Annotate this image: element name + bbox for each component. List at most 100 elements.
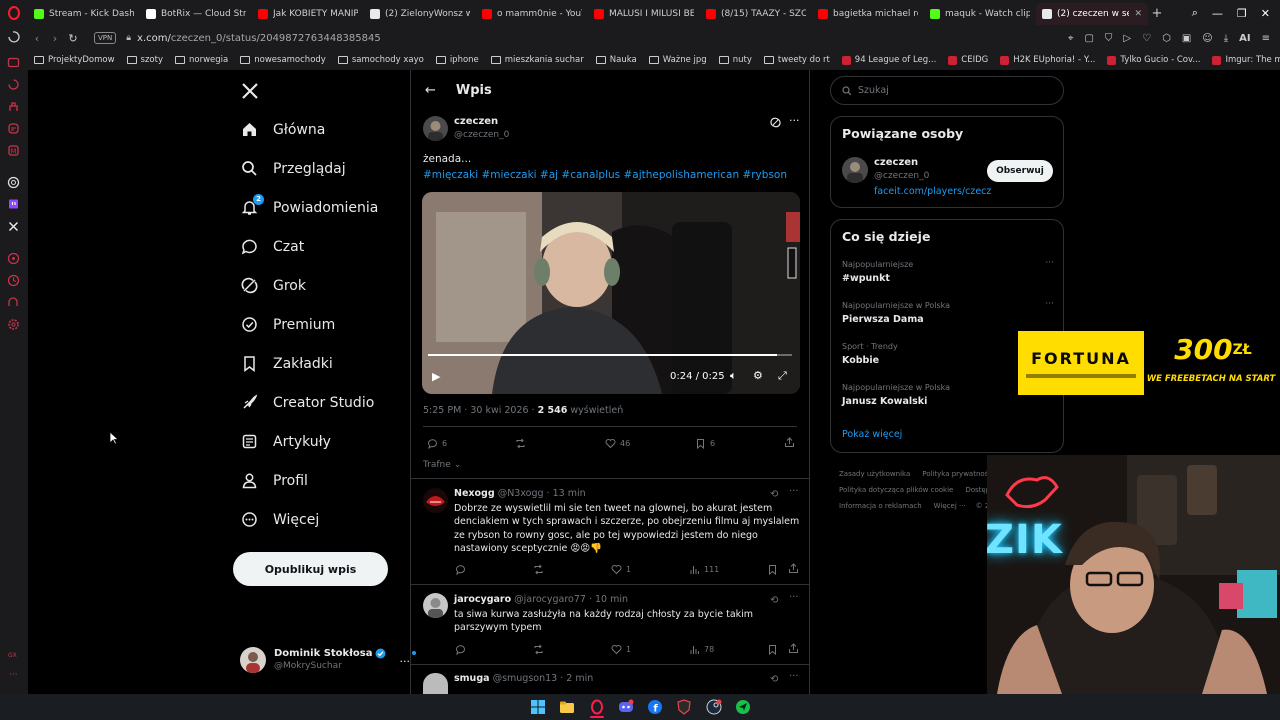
reply-grok-icon[interactable]: ⟲ [770,595,778,606]
reply-more-icon[interactable]: ··· [789,671,799,682]
reply-views-button[interactable]: 111 [689,564,719,575]
browser-tab[interactable]: o mamm0nie - YouTu [476,3,588,25]
browser-tab[interactable]: Jak KOBIETY MANIPU [252,3,364,25]
browser-tab[interactable]: (8/15) TAAZY - SZCZ [700,3,812,25]
extensions-icon[interactable]: ⬡ [1162,33,1171,44]
personal-news-icon[interactable] [7,100,20,113]
reply-like-button[interactable]: 1 [611,644,631,655]
nav-item-bell[interactable]: 2 Powiadomienia [241,194,378,216]
reply-more-icon[interactable]: ··· [789,486,799,497]
video-play-icon[interactable]: ▶ [432,370,440,383]
like-button[interactable]: 46 [605,438,630,449]
facebook-icon[interactable]: f [647,699,663,715]
video-progress-track[interactable] [428,354,792,356]
steam-icon[interactable] [706,699,722,715]
reply-handle[interactable]: @jarocygaro77 [514,594,586,605]
related-link[interactable]: faceit.com/players/czecz [874,186,991,197]
post-handle[interactable]: @czeczen_0 [454,130,509,140]
video-settings-icon[interactable]: ⚙ [753,369,763,382]
nav-item-premium[interactable]: Premium [241,316,335,333]
bookmark-link[interactable]: H2K EUphoria! - Y... [994,55,1101,65]
reply-views-button[interactable]: 78 [689,644,714,655]
nav-item-chat[interactable]: Czat [241,238,304,255]
reply-time[interactable]: · 2 min [560,673,593,684]
reply-grok-icon[interactable]: ⟲ [770,489,778,500]
show-more-link[interactable]: Pokaż więcej [842,429,902,440]
back-arrow-icon[interactable]: ← [425,83,436,98]
browser-tab[interactable]: maquk - Watch clips [924,3,1036,25]
reply-avatar[interactable] [423,673,448,694]
reply-handle[interactable]: @N3xogg [498,488,544,499]
tab-island-icon[interactable] [7,56,20,69]
bookmark-folder[interactable]: norwegia [169,55,234,65]
bookmark-link[interactable]: 94 League of Leg... [836,55,942,65]
reply-author[interactable]: smuga [454,673,490,684]
nav-item-home[interactable]: Główna [241,121,325,138]
reply-share-button[interactable] [788,643,799,654]
launcher-icon[interactable] [735,699,751,715]
reply-time[interactable]: · 13 min [547,488,586,499]
footer-link[interactable]: Polityka prywatności [922,470,994,478]
history-icon[interactable] [7,78,20,91]
vpn-badge[interactable]: VPN [94,32,117,44]
wallet-icon[interactable]: ▣ [1182,33,1191,44]
footer-link[interactable]: Zasady użytkownika [839,470,910,478]
windows-start-icon[interactable] [530,699,546,715]
search-box[interactable]: Szukaj [830,76,1064,105]
sort-dropdown[interactable]: Trafne ⌄ [423,460,461,470]
bookmark-folder[interactable]: Nauka [590,55,643,65]
bookmark-folder[interactable]: tweety do rt [758,55,836,65]
nav-item-rocket[interactable]: Creator Studio [241,394,374,411]
reply-button[interactable]: 6 [427,438,447,449]
post-timestamp[interactable]: 5:25 PM · 30 kwi 2026 · [423,405,538,416]
browser-tab[interactable]: (2) ZielonyWonsz w s [364,3,476,25]
music-player-icon[interactable] [7,252,20,265]
reply-share-button[interactable] [788,563,799,574]
speed-dial-icon[interactable] [7,30,20,43]
nav-item-article[interactable]: Artykuły [241,433,331,450]
reply-handle[interactable]: @smugson13 [493,673,558,684]
post-avatar[interactable] [423,116,448,141]
tab-close-icon[interactable]: ✕ [1134,9,1142,19]
bookmark-folder[interactable]: mieszkania suchar [485,55,590,65]
restore-icon[interactable]: ❐ [1237,7,1247,20]
bookmark-folder[interactable]: Ważne jpg [643,55,713,65]
nav-item-grok[interactable]: Grok [241,277,306,294]
follow-button[interactable]: Obserwuj [987,160,1053,182]
reply-bookmark-button[interactable] [767,644,778,655]
share-button[interactable] [784,437,795,448]
chatgpt-icon[interactable] [7,176,20,189]
forward-icon[interactable]: › [46,32,64,45]
messenger-icon[interactable] [7,122,20,135]
account-switcher[interactable]: Dominik Stokłosa @MokrySuchar ··· [240,645,416,675]
flow-icon[interactable] [7,296,20,309]
video-fullscreen-icon[interactable]: ⤢ [778,369,787,383]
lock-icon[interactable]: 🔒︎ [126,33,131,43]
footer-link[interactable]: Więcej ··· [934,502,966,510]
search-tabs-icon[interactable]: ⌕ [1192,6,1198,20]
aria-icon[interactable]: AI [1239,33,1250,44]
browser-tab[interactable]: MALUSI I MILUSI BEZ [588,3,700,25]
browser-tab[interactable]: BotRix — Cloud Strea [140,3,252,25]
opera-gx-taskbar-icon[interactable] [589,699,605,715]
download-icon[interactable]: ⤓ [1224,33,1228,44]
reply-bookmark-button[interactable] [767,564,778,575]
trend-item[interactable]: Najpopularniejsze w Polska Pierwsza Dama… [842,299,1054,325]
related-name[interactable]: czeczen [874,157,918,168]
bookmark-button[interactable]: 6 [695,438,715,449]
browser-tab[interactable]: bagietka michael robi [812,3,924,25]
pin-icon[interactable]: ⌖ [1068,33,1074,44]
trend-item[interactable]: Najpopularniejsze #wpunkt ··· [842,258,1054,284]
account-icon[interactable]: ☺ [1202,33,1212,44]
menu-icon[interactable]: ≡ [1262,33,1270,44]
reply-author[interactable]: jarocygaro [454,594,511,605]
reply-avatar[interactable] [423,488,448,513]
shield-icon[interactable]: ⛉ [1105,33,1113,44]
reply-grok-icon[interactable]: ⟲ [770,674,778,685]
settings-icon[interactable] [7,318,20,331]
x-logo-icon[interactable] [241,82,259,100]
browser-tab[interactable]: Stream - Kick Dashbo [28,3,140,25]
reply-reply-button[interactable] [455,644,466,655]
opera-logo-icon[interactable] [0,0,28,26]
sidebar-more-icon[interactable]: ··· [9,670,18,680]
